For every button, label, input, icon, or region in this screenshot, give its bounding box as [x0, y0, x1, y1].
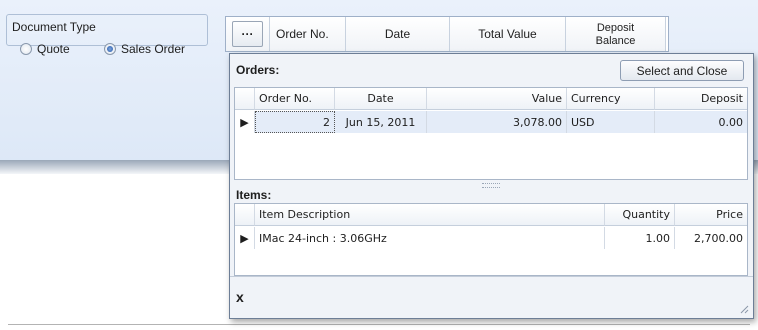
quote-radio-option[interactable]: Quote — [20, 42, 70, 56]
orders-col-date[interactable]: Date — [335, 88, 427, 110]
triangle-right-icon: ▶ — [235, 111, 255, 133]
quote-radio[interactable] — [20, 43, 32, 55]
close-icon[interactable]: x — [236, 289, 244, 305]
header-date[interactable]: Date — [346, 17, 450, 51]
quote-radio-label: Quote — [37, 42, 70, 56]
orders-col-order-no[interactable]: Order No. — [255, 88, 335, 110]
items-title: Items: — [236, 188, 272, 202]
orders-col-currency[interactable]: Currency — [567, 88, 655, 110]
select-and-close-button[interactable]: Select and Close — [620, 60, 744, 81]
order-header-grid: ··· Order No. Date Total Value Deposit B… — [225, 16, 669, 52]
orders-popup: Orders: Select and Close Order No. Date … — [229, 53, 754, 319]
header-deposit-balance[interactable]: Deposit Balance — [566, 17, 666, 51]
order-currency-cell[interactable]: USD — [567, 111, 655, 133]
resize-grip-icon[interactable] — [739, 304, 749, 314]
popup-footer: x — [230, 276, 753, 318]
orders-title: Orders: — [236, 63, 280, 77]
sales-order-radio[interactable] — [104, 43, 116, 55]
orders-header-row: Order No. Date Value Currency Deposit — [235, 88, 747, 110]
item-price-cell[interactable]: 2,700.00 — [675, 227, 747, 249]
orders-header-indicator — [235, 88, 255, 110]
items-col-price[interactable]: Price — [675, 204, 747, 226]
divider — [8, 324, 750, 325]
order-value-cell[interactable]: 3,078.00 — [427, 111, 567, 133]
orders-col-value[interactable]: Value — [427, 88, 567, 110]
items-header-indicator — [235, 204, 255, 226]
items-col-description[interactable]: Item Description — [255, 204, 605, 226]
header-deposit-line2: Balance — [595, 35, 636, 47]
splitter-handle[interactable] — [482, 183, 500, 188]
table-row[interactable]: ▶ 2 Jun 15, 2011 3,078.00 USD 0.00 — [235, 111, 747, 133]
sales-order-radio-option[interactable]: Sales Order — [104, 42, 185, 56]
order-no-cell[interactable]: 2 — [255, 111, 335, 133]
ellipsis-cell: ··· — [226, 17, 270, 51]
ellipsis-button[interactable]: ··· — [232, 21, 263, 47]
header-total-value[interactable]: Total Value — [450, 17, 566, 51]
item-quantity-cell[interactable]: 1.00 — [605, 227, 675, 249]
items-col-quantity[interactable]: Quantity — [605, 204, 675, 226]
items-grid: Item Description Quantity Price ▶ IMac 2… — [234, 203, 748, 276]
orders-col-deposit[interactable]: Deposit — [655, 88, 747, 110]
header-order-no[interactable]: Order No. — [270, 17, 346, 51]
table-row[interactable]: ▶ IMac 24-inch : 3.06GHz 1.00 2,700.00 — [235, 227, 747, 249]
header-deposit-line1: Deposit — [596, 22, 635, 34]
sales-order-radio-label: Sales Order — [121, 42, 186, 56]
item-description-cell[interactable]: IMac 24-inch : 3.06GHz — [255, 227, 605, 249]
order-date-cell[interactable]: Jun 15, 2011 — [335, 111, 427, 133]
document-type-legend: Document Type — [10, 20, 98, 34]
items-header-row: Item Description Quantity Price — [235, 204, 747, 226]
triangle-right-icon: ▶ — [235, 227, 255, 249]
order-deposit-cell[interactable]: 0.00 — [655, 111, 747, 133]
orders-grid: Order No. Date Value Currency Deposit ▶ … — [234, 87, 748, 180]
